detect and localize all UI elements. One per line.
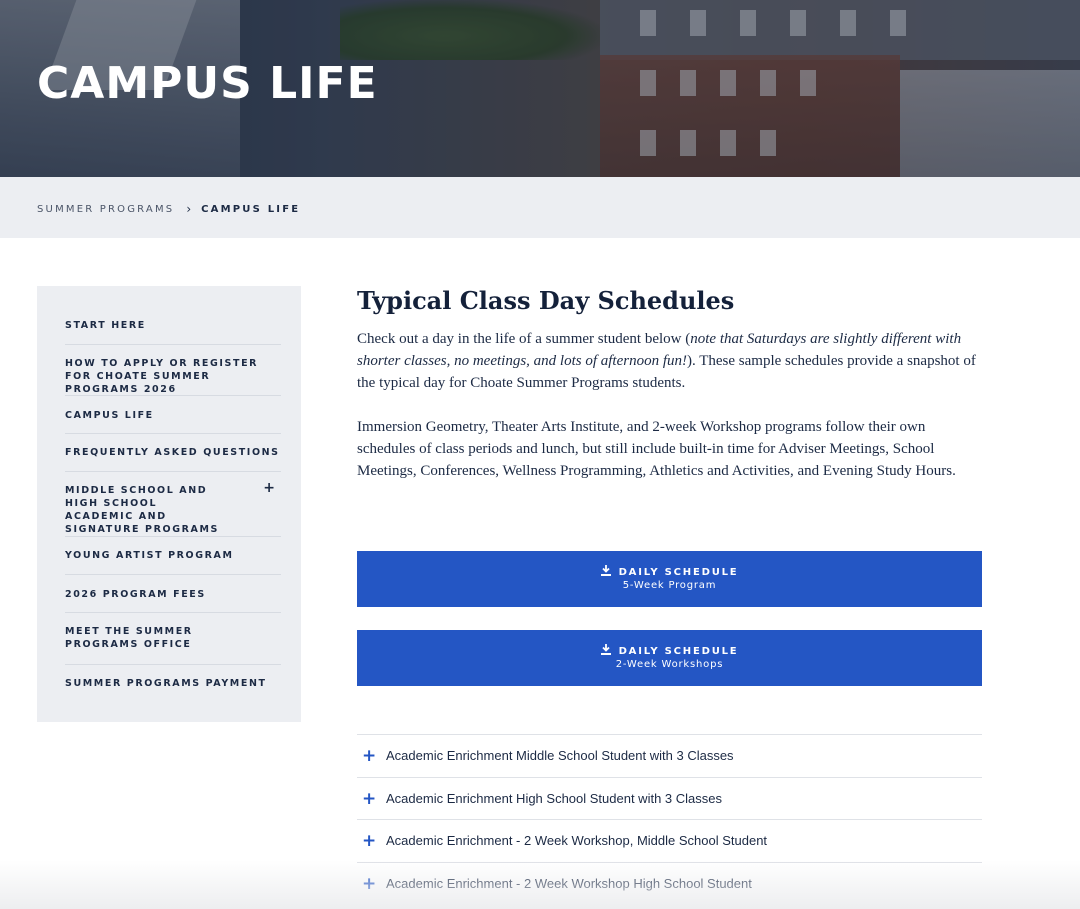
- sidebar-item-academic-programs[interactable]: MIDDLE SCHOOL AND HIGH SCHOOL ACADEMIC A…: [65, 472, 281, 537]
- download-schedule-5-week-button[interactable]: DAILY SCHEDULE 5-Week Program: [357, 551, 982, 607]
- plus-icon: +: [362, 831, 377, 851]
- sidebar-item-program-fees[interactable]: 2026 PROGRAM FEES: [65, 575, 281, 613]
- intro-text-start: Check out a day in the life of a summer …: [357, 331, 691, 347]
- sidebar-item-faq[interactable]: FREQUENTLY ASKED QUESTIONS: [65, 434, 281, 472]
- accordion-item-ms-3-classes[interactable]: + Academic Enrichment Middle School Stud…: [357, 734, 982, 777]
- breadcrumb-link-summer-programs[interactable]: SUMMER PROGRAMS: [37, 204, 174, 215]
- plus-icon[interactable]: +: [263, 481, 275, 495]
- download-icon: [600, 565, 611, 576]
- sidebar-item-meet-office[interactable]: MEET THE SUMMER PROGRAMS OFFICE: [65, 613, 281, 665]
- breadcrumb-current-page: CAMPUS LIFE: [201, 203, 301, 215]
- accordion-label: Academic Enrichment - 2 Week Workshop Hi…: [386, 876, 752, 891]
- button-title: DAILY SCHEDULE: [618, 646, 739, 657]
- download-icon: [600, 644, 611, 655]
- breadcrumb: SUMMER PROGRAMS › CAMPUS LIFE: [37, 202, 300, 216]
- chevron-right-icon: ›: [186, 202, 192, 216]
- sidebar-item-label: YOUNG ARTIST PROGRAM: [65, 550, 234, 561]
- plus-icon: +: [362, 746, 377, 766]
- sidebar-item-label: HOW TO APPLY OR REGISTER FOR CHOATE SUMM…: [65, 358, 259, 395]
- accordion-item-hs-3-classes[interactable]: + Academic Enrichment High School Studen…: [357, 777, 982, 820]
- sidebar-item-label: MEET THE SUMMER PROGRAMS OFFICE: [65, 626, 193, 650]
- sidebar-item-label: CAMPUS LIFE: [65, 410, 154, 421]
- accordion-item-ms-2-week[interactable]: + Academic Enrichment - 2 Week Workshop,…: [357, 819, 982, 862]
- accordion-label: Academic Enrichment Middle School Studen…: [386, 748, 734, 763]
- sidebar-item-label: START HERE: [65, 320, 146, 331]
- accordion-label: Academic Enrichment - 2 Week Workshop, M…: [386, 833, 768, 848]
- button-title-row: DAILY SCHEDULE: [357, 565, 982, 578]
- sidebar-item-payment[interactable]: SUMMER PROGRAMS PAYMENT: [65, 665, 281, 703]
- download-schedule-2-week-button[interactable]: DAILY SCHEDULE 2-Week Workshops: [357, 630, 982, 686]
- schedules-paragraph: Immersion Geometry, Theater Arts Institu…: [357, 419, 956, 479]
- sidebar-item-young-artist[interactable]: YOUNG ARTIST PROGRAM: [65, 537, 281, 575]
- hero-banner: CAMPUS LIFE: [0, 0, 1080, 177]
- sidebar-item-label: SUMMER PROGRAMS PAYMENT: [65, 678, 267, 689]
- intro-paragraph: Check out a day in the life of a summer …: [357, 328, 982, 394]
- sidebar-nav: START HERE HOW TO APPLY OR REGISTER FOR …: [37, 286, 301, 722]
- sidebar-item-label: 2026 PROGRAM FEES: [65, 589, 206, 600]
- section-heading: Typical Class Day Schedules: [357, 286, 735, 315]
- sidebar-item-label: MIDDLE SCHOOL AND HIGH SCHOOL ACADEMIC A…: [65, 485, 219, 535]
- accordion-label: Academic Enrichment High School Student …: [386, 791, 722, 806]
- button-subtitle: 5-Week Program: [622, 580, 717, 591]
- plus-icon: +: [362, 789, 377, 809]
- button-subtitle: 2-Week Workshops: [615, 659, 724, 670]
- page-title: CAMPUS LIFE: [37, 58, 378, 109]
- button-title-row: DAILY SCHEDULE: [357, 644, 982, 657]
- breadcrumb-bar: SUMMER PROGRAMS › CAMPUS LIFE: [0, 177, 1080, 238]
- sidebar-item-start-here[interactable]: START HERE: [65, 306, 281, 345]
- sidebar-item-label: FREQUENTLY ASKED QUESTIONS: [65, 447, 280, 458]
- plus-icon: +: [362, 874, 377, 894]
- sidebar-item-campus-life[interactable]: CAMPUS LIFE: [65, 396, 281, 434]
- accordion-item-hs-2-week[interactable]: + Academic Enrichment - 2 Week Workshop …: [357, 862, 982, 905]
- sidebar-item-how-to-apply[interactable]: HOW TO APPLY OR REGISTER FOR CHOATE SUMM…: [65, 345, 281, 396]
- button-title: DAILY SCHEDULE: [618, 567, 739, 578]
